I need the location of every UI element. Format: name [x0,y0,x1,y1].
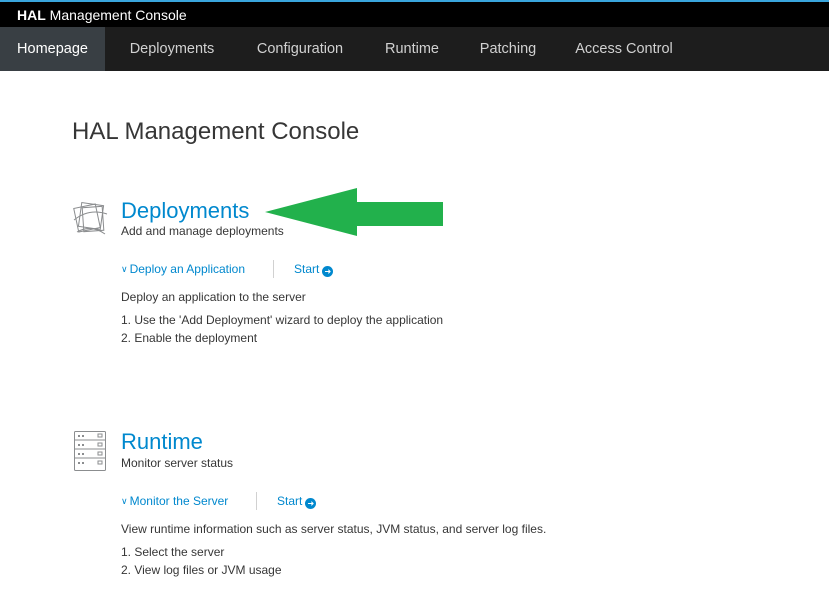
deploy-application-label: Deploy an Application [129,262,246,276]
monitor-server-label: Monitor the Server [129,494,229,508]
arrow-circle-right-icon: ➜ [305,498,317,509]
chevron-down-icon: ∨ [121,496,128,506]
green-arrow-left-icon [265,188,443,236]
runtime-description: View runtime information such as server … [121,522,547,536]
runtime-start-label: Start [277,494,303,508]
deployments-start-link[interactable]: Start ➜ [294,261,334,277]
deployments-section-title[interactable]: Deployments [121,198,249,224]
tab-access-control[interactable]: Access Control [562,27,686,71]
divider [273,260,274,278]
arrow-circle-right-icon: ➜ [322,266,334,277]
server-rack-icon [74,431,106,471]
deployments-section-subtitle: Add and manage deployments [121,224,284,238]
deployments-step-1: 1. Use the 'Add Deployment' wizard to de… [121,313,444,327]
main-navigation: Homepage Deployments Configuration Runti… [0,27,829,71]
divider [256,492,257,510]
page-title: HAL Management Console [72,118,360,145]
deployments-step-2: 2. Enable the deployment [121,331,258,345]
runtime-section-title[interactable]: Runtime [121,429,203,455]
brand[interactable]: HAL Management Console [17,7,187,24]
runtime-section-subtitle: Monitor server status [121,456,234,470]
tab-deployments[interactable]: Deployments [113,27,231,71]
runtime-step-1: 1. Select the server [121,545,225,559]
runtime-step-2: 2. View log files or JVM usage [121,563,282,577]
tab-configuration[interactable]: Configuration [240,27,360,71]
deploy-application-toggle[interactable]: ∨ Deploy an Application [121,261,245,277]
deployments-description: Deploy an application to the server [121,290,306,304]
brand-rest: Management Console [49,7,187,23]
tab-runtime[interactable]: Runtime [370,27,454,71]
deployments-start-label: Start [294,262,320,276]
runtime-start-link[interactable]: Start ➜ [277,493,317,509]
monitor-server-toggle[interactable]: ∨ Monitor the Server [121,493,228,509]
masthead: HAL Management Console [0,0,829,27]
chevron-down-icon: ∨ [121,264,128,274]
brand-bold: HAL [17,7,46,23]
deployments-icon [73,202,108,235]
tab-patching[interactable]: Patching [465,27,551,71]
tab-homepage[interactable]: Homepage [0,27,105,71]
